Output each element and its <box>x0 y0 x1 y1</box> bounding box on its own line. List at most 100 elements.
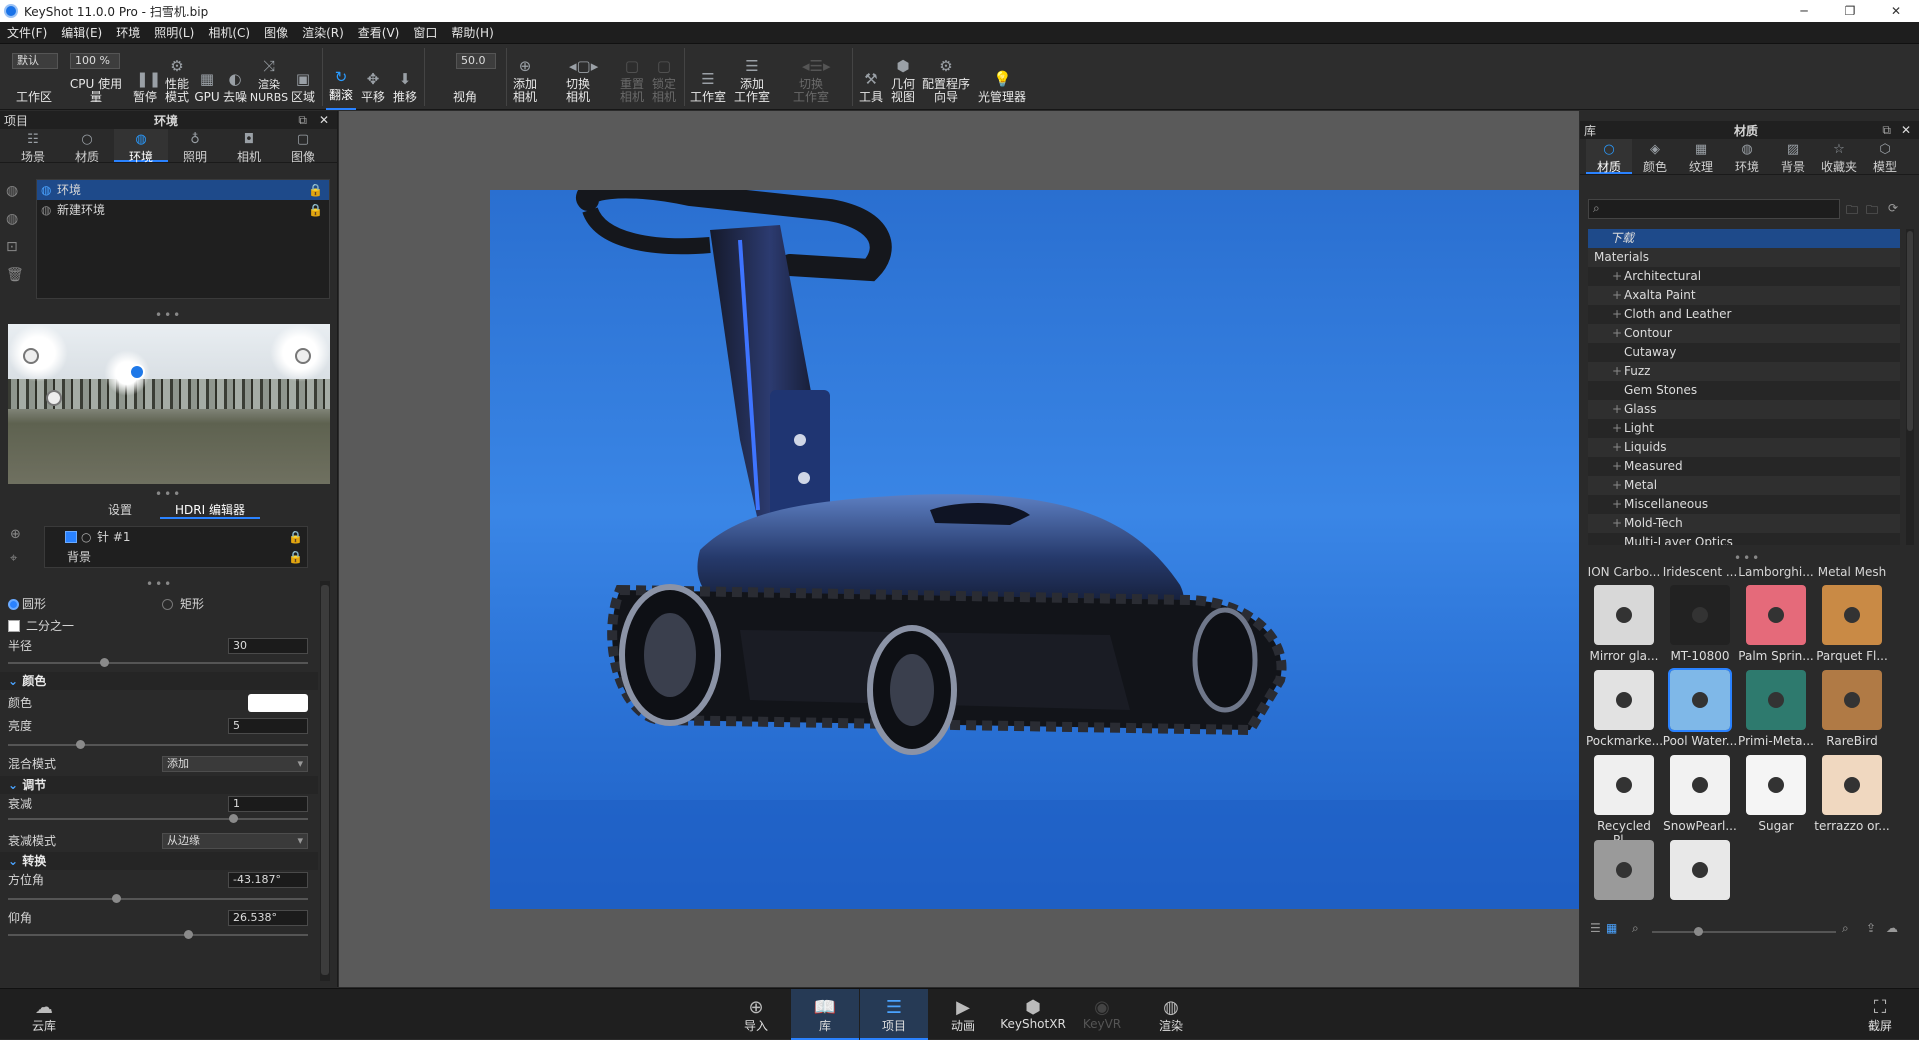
material-thumb[interactable]: Pockmarke... <box>1586 670 1663 748</box>
import-button[interactable]: ⊕ 导入 <box>722 989 790 1040</box>
keyshotxr-button[interactable]: ⬢ KeyShotXR <box>998 989 1068 1040</box>
tree-item[interactable]: + Cloth and Leather <box>1588 305 1900 324</box>
tree-item-download[interactable]: 下载 <box>1588 229 1900 248</box>
menu-camera[interactable]: 相机(C) <box>201 24 257 41</box>
menu-view[interactable]: 查看(V) <box>351 24 407 41</box>
region-button[interactable]: ▣ 区域 <box>288 44 318 110</box>
list-view-icon[interactable]: ☰ <box>1590 921 1601 935</box>
performance-mode-button[interactable]: ⚙ 性能 模式 <box>162 44 192 110</box>
elevation-slider-knob[interactable] <box>184 930 193 939</box>
brightness-slider-knob[interactable] <box>76 740 85 749</box>
tree-item-materials[interactable]: Materials <box>1588 248 1900 267</box>
material-thumb[interactable] <box>1586 840 1662 903</box>
expand-icon[interactable]: + <box>1612 362 1622 381</box>
material-thumb[interactable]: Palm Sprin... <box>1738 585 1814 663</box>
material-thumb[interactable]: Parquet Fl... <box>1814 585 1890 663</box>
pan-button[interactable]: ✥ 平移 <box>358 44 388 110</box>
subtab-settings[interactable]: 设置 <box>80 501 160 519</box>
tab-environment[interactable]: ◍ 环境 <box>114 129 168 164</box>
expand-icon[interactable]: + <box>1612 324 1622 343</box>
tree-item[interactable]: + Miscellaneous <box>1588 495 1900 514</box>
falloff-slider-knob[interactable] <box>229 814 238 823</box>
color-section-header[interactable]: ⌄ 颜色 <box>0 672 318 690</box>
render-button[interactable]: ◍ 渲染 <box>1137 989 1205 1040</box>
pause-button[interactable]: ❚❚ 暂停 <box>130 44 161 110</box>
expand-icon[interactable]: + <box>1612 305 1622 324</box>
hdri-pin-handle[interactable] <box>295 348 311 364</box>
material-thumb[interactable]: MT-10800 <box>1662 585 1738 663</box>
tab-background[interactable]: ▨ 背景 <box>1770 139 1816 174</box>
tree-item[interactable]: Gem Stones <box>1588 381 1900 400</box>
scrollbar-thumb[interactable] <box>1907 231 1913 431</box>
thumb-label[interactable]: ION Carbo... <box>1586 565 1662 579</box>
radius-slider[interactable] <box>8 658 308 667</box>
tree-item[interactable]: + Glass <box>1588 400 1900 419</box>
menu-file[interactable]: 文件(F) <box>0 24 54 41</box>
subtab-hdri-editor[interactable]: HDRI 编辑器 <box>160 501 260 519</box>
library-search-input[interactable]: ⌕ <box>1588 199 1840 219</box>
splitter-handle[interactable]: ••• <box>146 577 173 591</box>
cloud-library-button[interactable]: ☁ 云库 <box>10 989 78 1040</box>
expand-icon[interactable]: + <box>1612 400 1622 419</box>
reset-camera-button[interactable]: ▢ 重置 相机 <box>616 44 648 110</box>
switch-studio-button[interactable]: ◂☰▸ 切换 工作室 <box>786 44 836 110</box>
zoom-in-icon[interactable]: ⌕ <box>1842 921 1849 936</box>
tab-image[interactable]: ▢ 图像 <box>276 129 330 164</box>
tumble-button[interactable]: ↻ 翻滚 <box>326 44 356 110</box>
delete-icon[interactable]: 🗑 <box>6 261 24 289</box>
tree-item[interactable]: Multi-Layer Optics <box>1588 533 1900 545</box>
add-folder-icon[interactable]: 🗀 <box>1866 201 1878 222</box>
shape-rect-radio[interactable] <box>162 599 173 610</box>
maximize-button[interactable]: ❐ <box>1827 0 1873 22</box>
add-studio-button[interactable]: ☰ 添加 工作室 <box>730 44 774 110</box>
splitter-handle[interactable]: ••• <box>155 487 182 501</box>
denoise-button[interactable]: ◐ 去噪 <box>220 44 250 110</box>
material-thumb[interactable]: SnowPearl... <box>1662 755 1738 833</box>
brightness-input[interactable]: 5 <box>228 718 308 734</box>
menu-image[interactable]: 图像 <box>257 24 295 41</box>
target-icon[interactable]: ⌖ <box>10 547 21 571</box>
tree-item[interactable]: + Liquids <box>1588 438 1900 457</box>
light-manager-button[interactable]: 💡 光管理器 <box>976 44 1028 110</box>
scrollbar-thumb[interactable] <box>321 585 329 975</box>
menu-window[interactable]: 窗口 <box>406 24 444 41</box>
material-thumb[interactable]: Sugar <box>1738 755 1814 833</box>
switch-camera-button[interactable]: ◂▢▸ 切换 相机 <box>558 44 598 110</box>
folder-icon[interactable]: 🗀 <box>1846 201 1858 222</box>
hdri-preview[interactable] <box>8 324 330 484</box>
screenshot-button[interactable]: ⛶ 截屏 <box>1846 989 1914 1040</box>
minimize-button[interactable]: ─ <box>1781 0 1827 22</box>
azimuth-slider-knob[interactable] <box>112 894 121 903</box>
close-button[interactable]: ✕ <box>1873 0 1919 22</box>
material-thumb[interactable]: terrazzo or... <box>1814 755 1890 833</box>
environment-item-active[interactable]: ◍ 环境 🔒 <box>37 180 329 200</box>
pin-visible-checkbox[interactable] <box>65 531 77 543</box>
menu-edit[interactable]: 编辑(E) <box>54 24 109 41</box>
render-nurbs-button[interactable]: ⤨ 渲染 NURBS <box>250 44 288 110</box>
duplicate-environment-icon[interactable]: ◍ <box>6 205 24 233</box>
scrollbar-track[interactable] <box>320 581 330 981</box>
hdri-pin-handle[interactable] <box>23 348 39 364</box>
hdri-pin-handle-selected[interactable] <box>129 364 145 380</box>
tree-item[interactable]: + Metal <box>1588 476 1900 495</box>
cloud-sync-icon[interactable]: ☁ <box>1886 921 1898 935</box>
thumb-size-slider-knob[interactable] <box>1694 927 1703 936</box>
thumb-label[interactable]: Metal Mesh <box>1814 565 1890 579</box>
studio-button[interactable]: ☰ 工作室 <box>688 44 728 110</box>
animation-button[interactable]: ▶ 动画 <box>929 989 997 1040</box>
material-thumb[interactable]: Primi-Meta... <box>1738 670 1814 748</box>
elevation-slider[interactable] <box>8 930 308 939</box>
lock-camera-button[interactable]: ▢ 锁定 相机 <box>648 44 680 110</box>
expand-icon[interactable]: + <box>1612 495 1622 514</box>
pin-item[interactable]: ○ 针 #1 🔒 <box>45 527 307 547</box>
configurator-wizard-button[interactable]: ⚙ 配置程序 向导 <box>920 44 972 110</box>
dolly-button[interactable]: ⬇ 推移 <box>390 44 420 110</box>
tab-environment[interactable]: ◍ 环境 <box>1724 139 1770 174</box>
close-panel-icon[interactable]: ✕ <box>1901 123 1911 137</box>
radius-input[interactable]: 30 <box>228 638 308 654</box>
tab-material[interactable]: ○ 材质 <box>1586 139 1632 174</box>
expand-icon[interactable]: + <box>1612 476 1622 495</box>
adjust-section-header[interactable]: ⌄ 调节 <box>0 776 318 794</box>
brightness-slider[interactable] <box>8 740 308 749</box>
menu-render[interactable]: 渲染(R) <box>295 24 351 41</box>
